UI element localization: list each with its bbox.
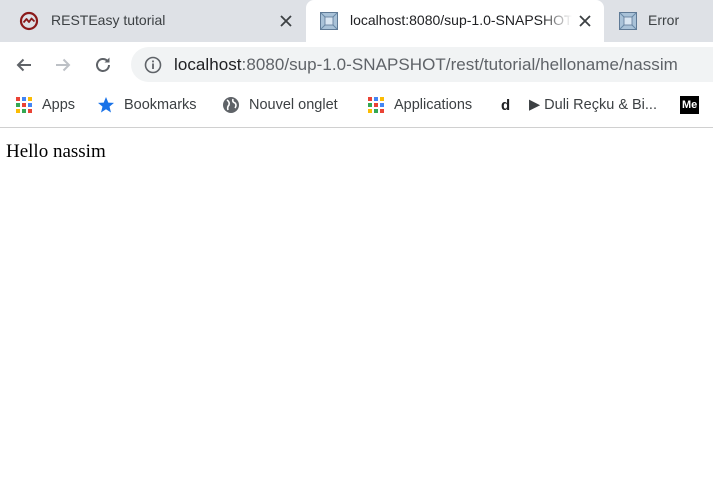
globe-icon xyxy=(222,96,240,114)
bookmark-duli-recku[interactable]: ▶ Duli Reçku & Bi... xyxy=(529,95,657,115)
close-tab-icon[interactable] xyxy=(276,11,296,31)
bookmark-label: Nouvel onglet xyxy=(249,97,338,113)
back-arrow-icon[interactable] xyxy=(11,52,37,78)
bookmark-label: Applications xyxy=(394,97,473,113)
apps-grid-icon xyxy=(15,96,33,114)
generic-page-icon xyxy=(618,11,638,31)
me-badge-icon: Me xyxy=(680,96,700,114)
tab-strip: RESTEasy tutorial localhost:8080/sup-1.0… xyxy=(0,0,713,42)
bookmark-applications[interactable]: Applications xyxy=(367,95,472,115)
bookmarks-bar: Apps Bookmarks Nouvel onglet Application… xyxy=(0,87,713,128)
tab-title: localhost:8080/sup-1.0-SNAPSHOT/rest/tut… xyxy=(350,12,572,28)
resteasy-favicon-icon xyxy=(19,11,39,31)
bookmark-bookmarks[interactable]: Bookmarks xyxy=(97,95,197,115)
d-logo-icon: d xyxy=(501,96,511,114)
browser-toolbar: localhost:8080/sup-1.0-SNAPSHOT/rest/tut… xyxy=(0,42,713,87)
address-bar[interactable]: localhost:8080/sup-1.0-SNAPSHOT/rest/tut… xyxy=(131,47,713,82)
info-icon[interactable] xyxy=(143,55,163,75)
bookmark-label: Apps xyxy=(42,97,76,113)
bookmark-label: Bookmarks xyxy=(124,97,197,113)
bookmark-apps[interactable]: Apps xyxy=(15,95,75,115)
bookmark-me[interactable]: Me xyxy=(680,95,703,115)
star-icon xyxy=(97,96,115,114)
tab-error[interactable]: Error xyxy=(606,0,713,42)
close-tab-icon[interactable] xyxy=(575,11,595,31)
reload-icon[interactable] xyxy=(90,52,116,78)
generic-page-icon xyxy=(319,11,339,31)
tab-title: Error xyxy=(648,12,680,28)
tab-title: RESTEasy tutorial xyxy=(51,12,166,28)
url-text: localhost:8080/sup-1.0-SNAPSHOT/rest/tut… xyxy=(174,55,678,75)
url-path: :8080/sup-1.0-SNAPSHOT/rest/tutorial/hel… xyxy=(241,55,678,74)
bookmark-d[interactable]: d xyxy=(501,95,510,115)
apps-grid-icon xyxy=(367,96,385,114)
url-host: localhost xyxy=(174,55,242,74)
bookmark-nouvel-onglet[interactable]: Nouvel onglet xyxy=(222,95,338,115)
tab-localhost-active[interactable]: localhost:8080/sup-1.0-SNAPSHOT/rest/tut… xyxy=(306,0,604,42)
page-body-text: Hello nassim xyxy=(6,141,106,162)
bookmark-label: ▶ Duli Reçku & Bi... xyxy=(529,97,657,113)
forward-arrow-icon[interactable] xyxy=(50,52,76,78)
tab-resteasy-tutorial[interactable]: RESTEasy tutorial xyxy=(0,0,304,42)
